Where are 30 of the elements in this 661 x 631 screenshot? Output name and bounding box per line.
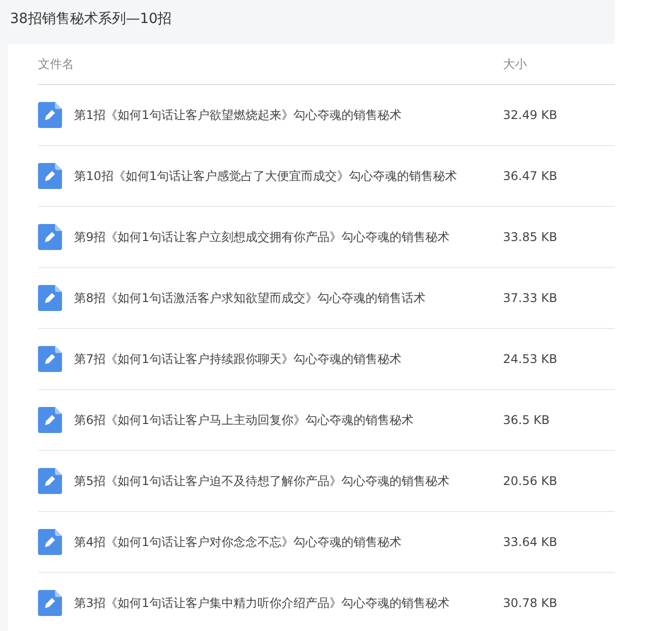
file-name[interactable]: 第7招《如何1句话让客户持续跟你聊天》勾心夺魂的销售秘术 [74,350,503,368]
file-size: 37.33 KB [503,291,558,305]
file-name[interactable]: 第3招《如何1句话让客户集中精力听你介绍产品》勾心夺魂的销售秘术 [74,594,503,612]
document-icon [38,224,62,250]
document-icon [38,590,62,616]
file-name[interactable]: 第9招《如何1句话让客户立刻想成交拥有你产品》勾心夺魂的销售秘术 [74,228,503,246]
file-name[interactable]: 第8招《如何1句话激活客户求知欲望而成交》勾心夺魂的销售话术 [74,290,503,306]
file-size: 33.64 KB [503,535,558,549]
document-icon [38,102,62,128]
file-size: 36.5 KB [503,413,550,427]
document-icon [38,407,62,433]
document-icon [38,468,62,494]
file-size: 36.47 KB [503,169,558,183]
file-name[interactable]: 第10招《如何1句话让客户感觉占了大便宜而成交》勾心夺魂的销售秘术 [74,168,503,184]
document-icon [38,529,62,555]
document-icon [38,285,62,311]
file-name[interactable]: 第1招《如何1句话让客户欲望燃烧起来》勾心夺魂的销售秘术 [74,106,503,124]
file-name[interactable]: 第4招《如何1句话让客户对你念念不忘》勾心夺魂的销售秘术 [74,534,503,550]
folder-title: 38招销售秘术系列—10招 [9,10,173,29]
column-header[interactable]: 文件名 [38,56,503,72]
column-header[interactable]: 大小 [503,56,527,72]
document-icon [38,163,62,189]
file-size: 30.78 KB [503,596,558,610]
file-name[interactable]: 第6招《如何1句话让客户马上主动回复你》勾心夺魂的销售秘术 [74,412,503,428]
file-size: 24.53 KB [503,352,558,366]
document-icon [38,346,62,372]
file-size: 33.85 KB [503,230,558,244]
file-size: 32.49 KB [503,108,558,122]
file-name[interactable]: 第5招《如何1句话让客户迫不及待想了解你产品》勾心夺魂的销售秘术 [74,472,503,490]
file-size: 20.56 KB [503,474,558,488]
